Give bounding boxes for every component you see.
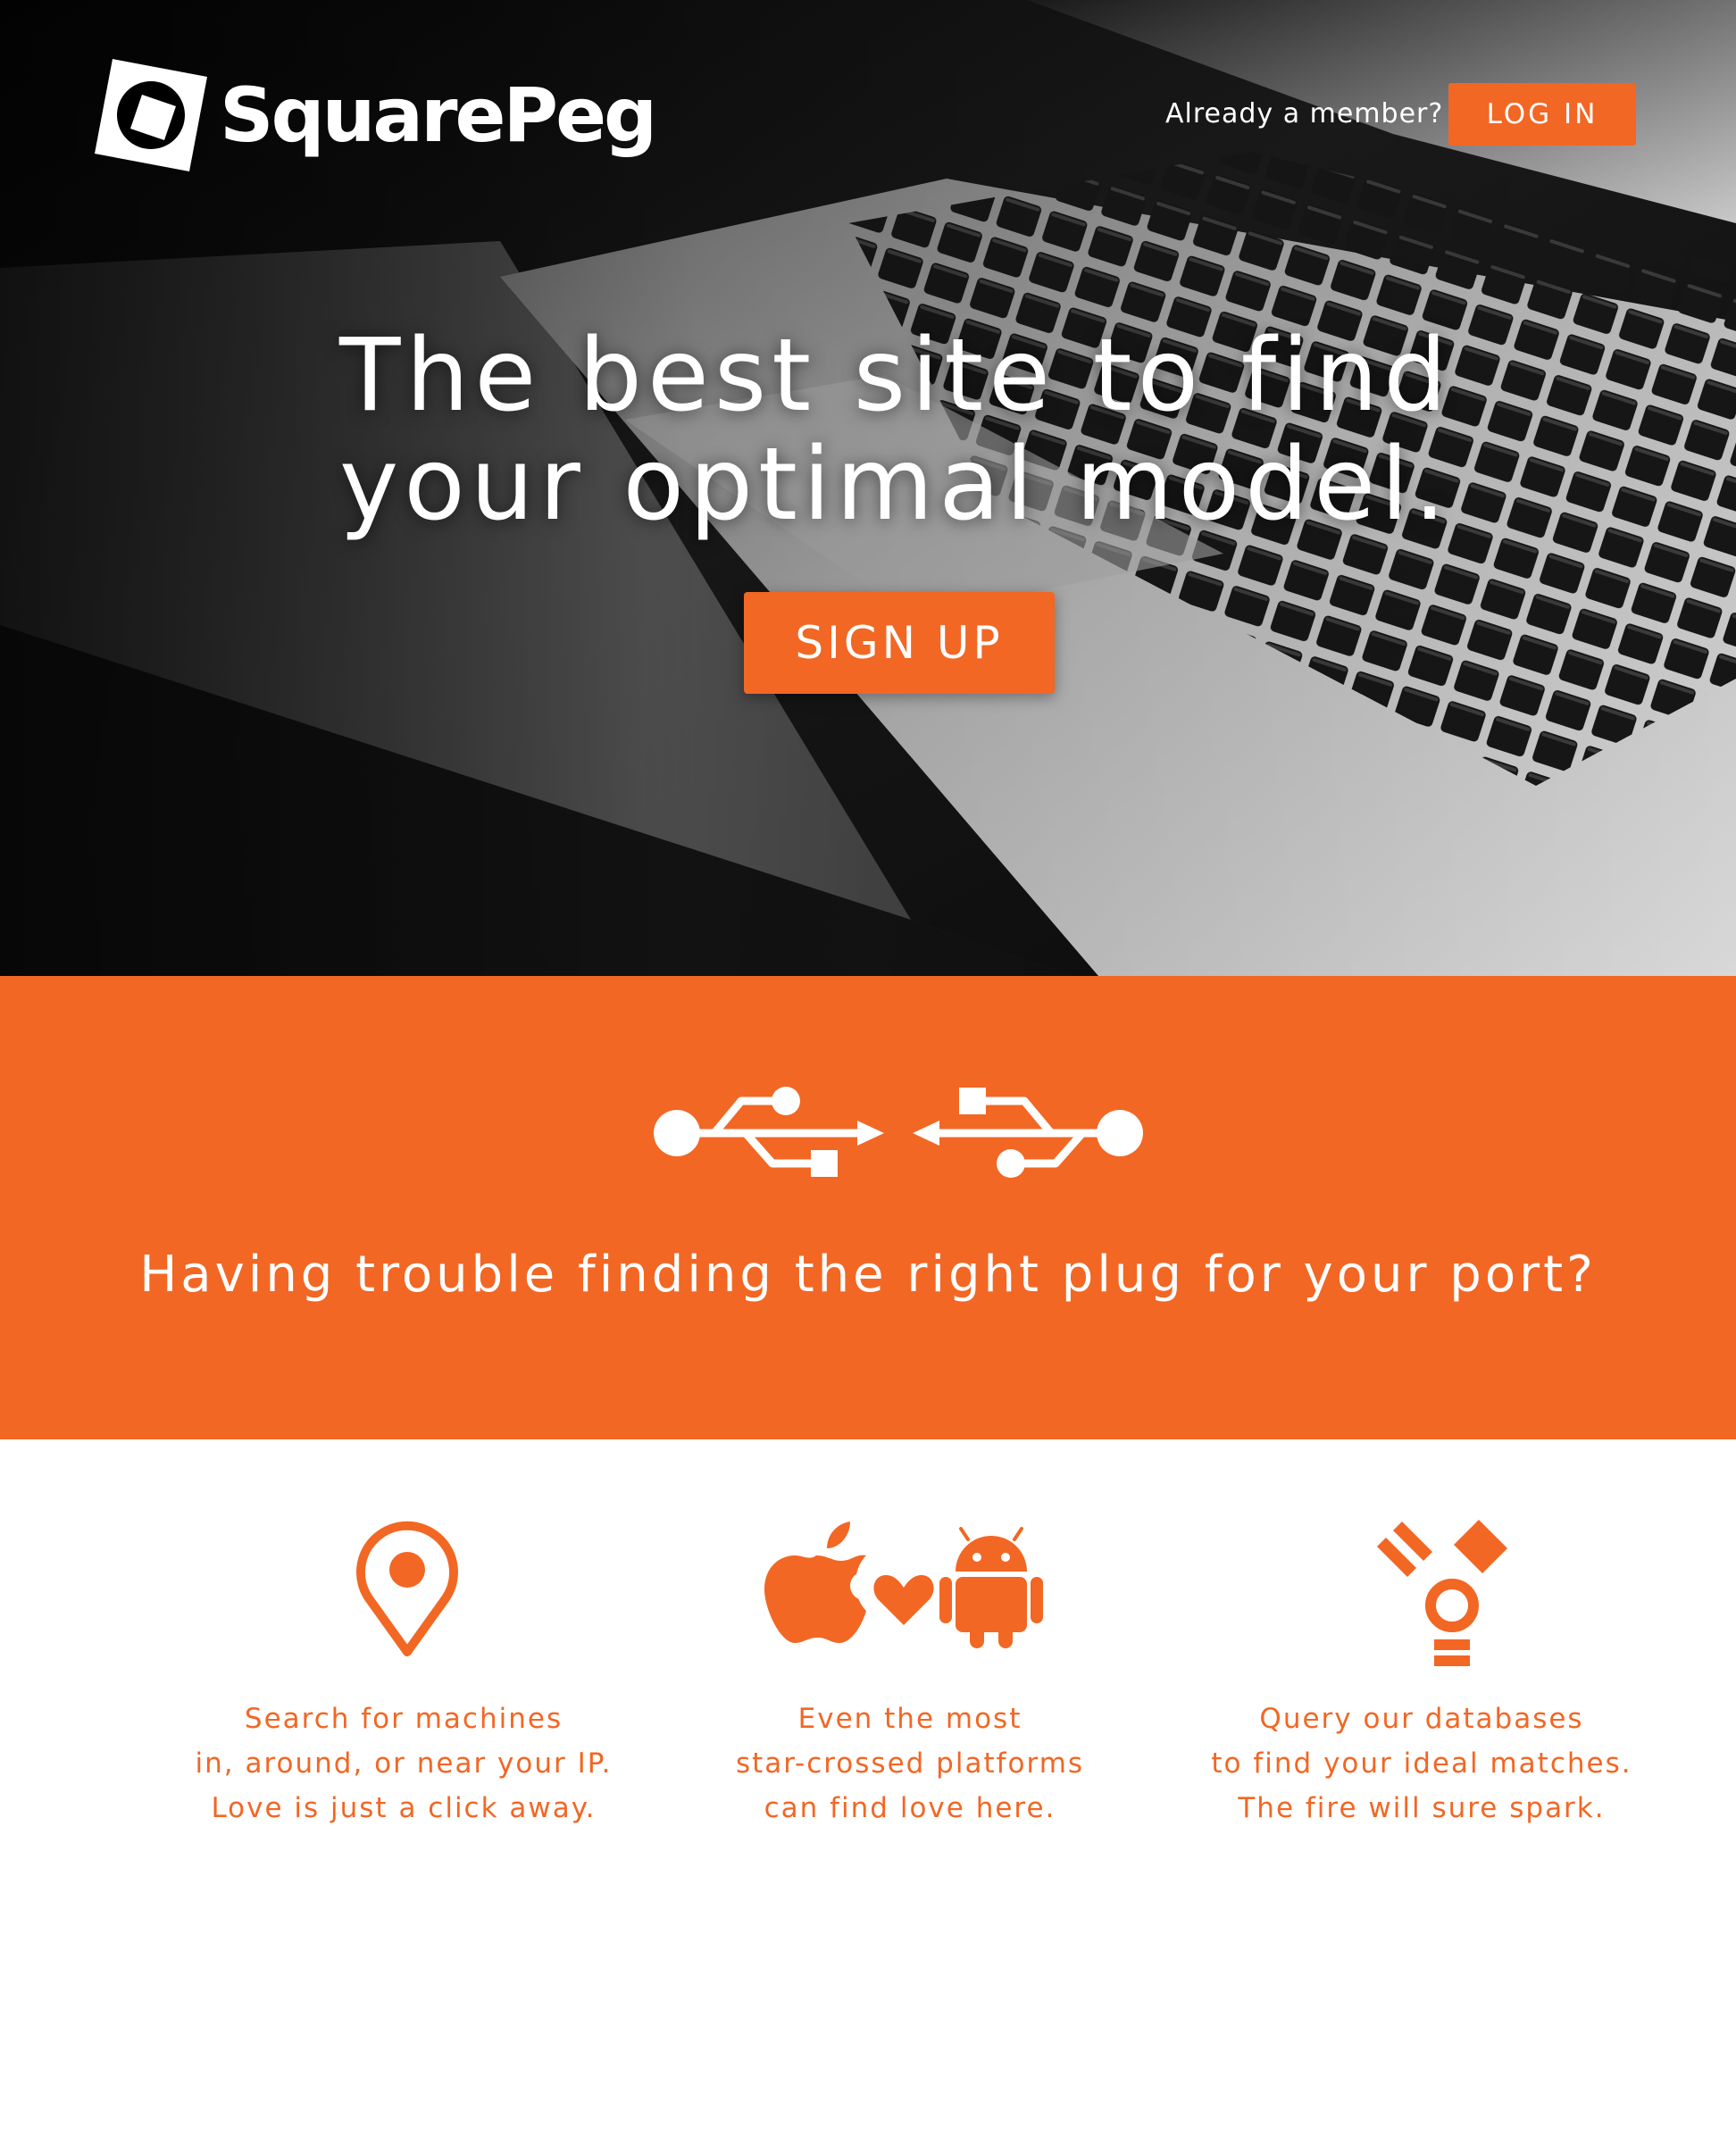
login-button[interactable]: LOG IN bbox=[1448, 83, 1636, 146]
feature-platforms-text: Even the most star-crossed platforms can… bbox=[633, 1697, 1187, 1830]
location-pin-icon bbox=[356, 1521, 458, 1656]
features-section: Search for machines in, around, or near … bbox=[0, 1439, 1736, 2143]
feature-database-text: Query our databases to find your ideal m… bbox=[1145, 1697, 1698, 1830]
tagline-text: Having trouble finding the right plug fo… bbox=[139, 1246, 1597, 1304]
signup-button[interactable]: SIGN UP bbox=[744, 592, 1055, 694]
feature-line: to find your ideal matches. bbox=[1211, 1747, 1632, 1780]
apple-icon bbox=[764, 1522, 879, 1643]
feature-line: Even the most bbox=[797, 1703, 1022, 1735]
usb-icon bbox=[654, 1087, 1143, 1178]
feature-line: in, around, or near your IP. bbox=[195, 1747, 613, 1780]
brand-name: SquarePeg bbox=[220, 71, 657, 159]
brand-logo[interactable]: SquarePeg bbox=[93, 57, 657, 173]
hero-section: SquarePeg Already a member? LOG IN The b… bbox=[0, 0, 1736, 976]
hero-headline: The best site to find your optimal model… bbox=[339, 318, 1453, 543]
apple-heart-android-icon bbox=[764, 1522, 1043, 1648]
firewire-icon bbox=[1377, 1520, 1507, 1666]
member-prompt: Already a member? bbox=[1165, 98, 1444, 129]
android-icon bbox=[939, 1527, 1043, 1648]
feature-location-text: Search for machines in, around, or near … bbox=[127, 1697, 680, 1830]
feature-line: star-crossed platforms bbox=[735, 1747, 1085, 1780]
feature-line: The fire will sure spark. bbox=[1238, 1792, 1606, 1824]
squarepeg-logo-icon bbox=[95, 59, 207, 171]
tagline-band: Having trouble finding the right plug fo… bbox=[0, 976, 1736, 1439]
feature-line: Search for machines bbox=[244, 1703, 563, 1735]
feature-line: can find love here. bbox=[764, 1792, 1056, 1824]
feature-line: Query our databases bbox=[1259, 1703, 1584, 1735]
hero-headline-line-2: your optimal model. bbox=[339, 427, 1451, 543]
feature-line: Love is just a click away. bbox=[211, 1792, 597, 1824]
heart-icon bbox=[873, 1575, 934, 1625]
hero-headline-line-1: The best site to find bbox=[339, 318, 1453, 434]
